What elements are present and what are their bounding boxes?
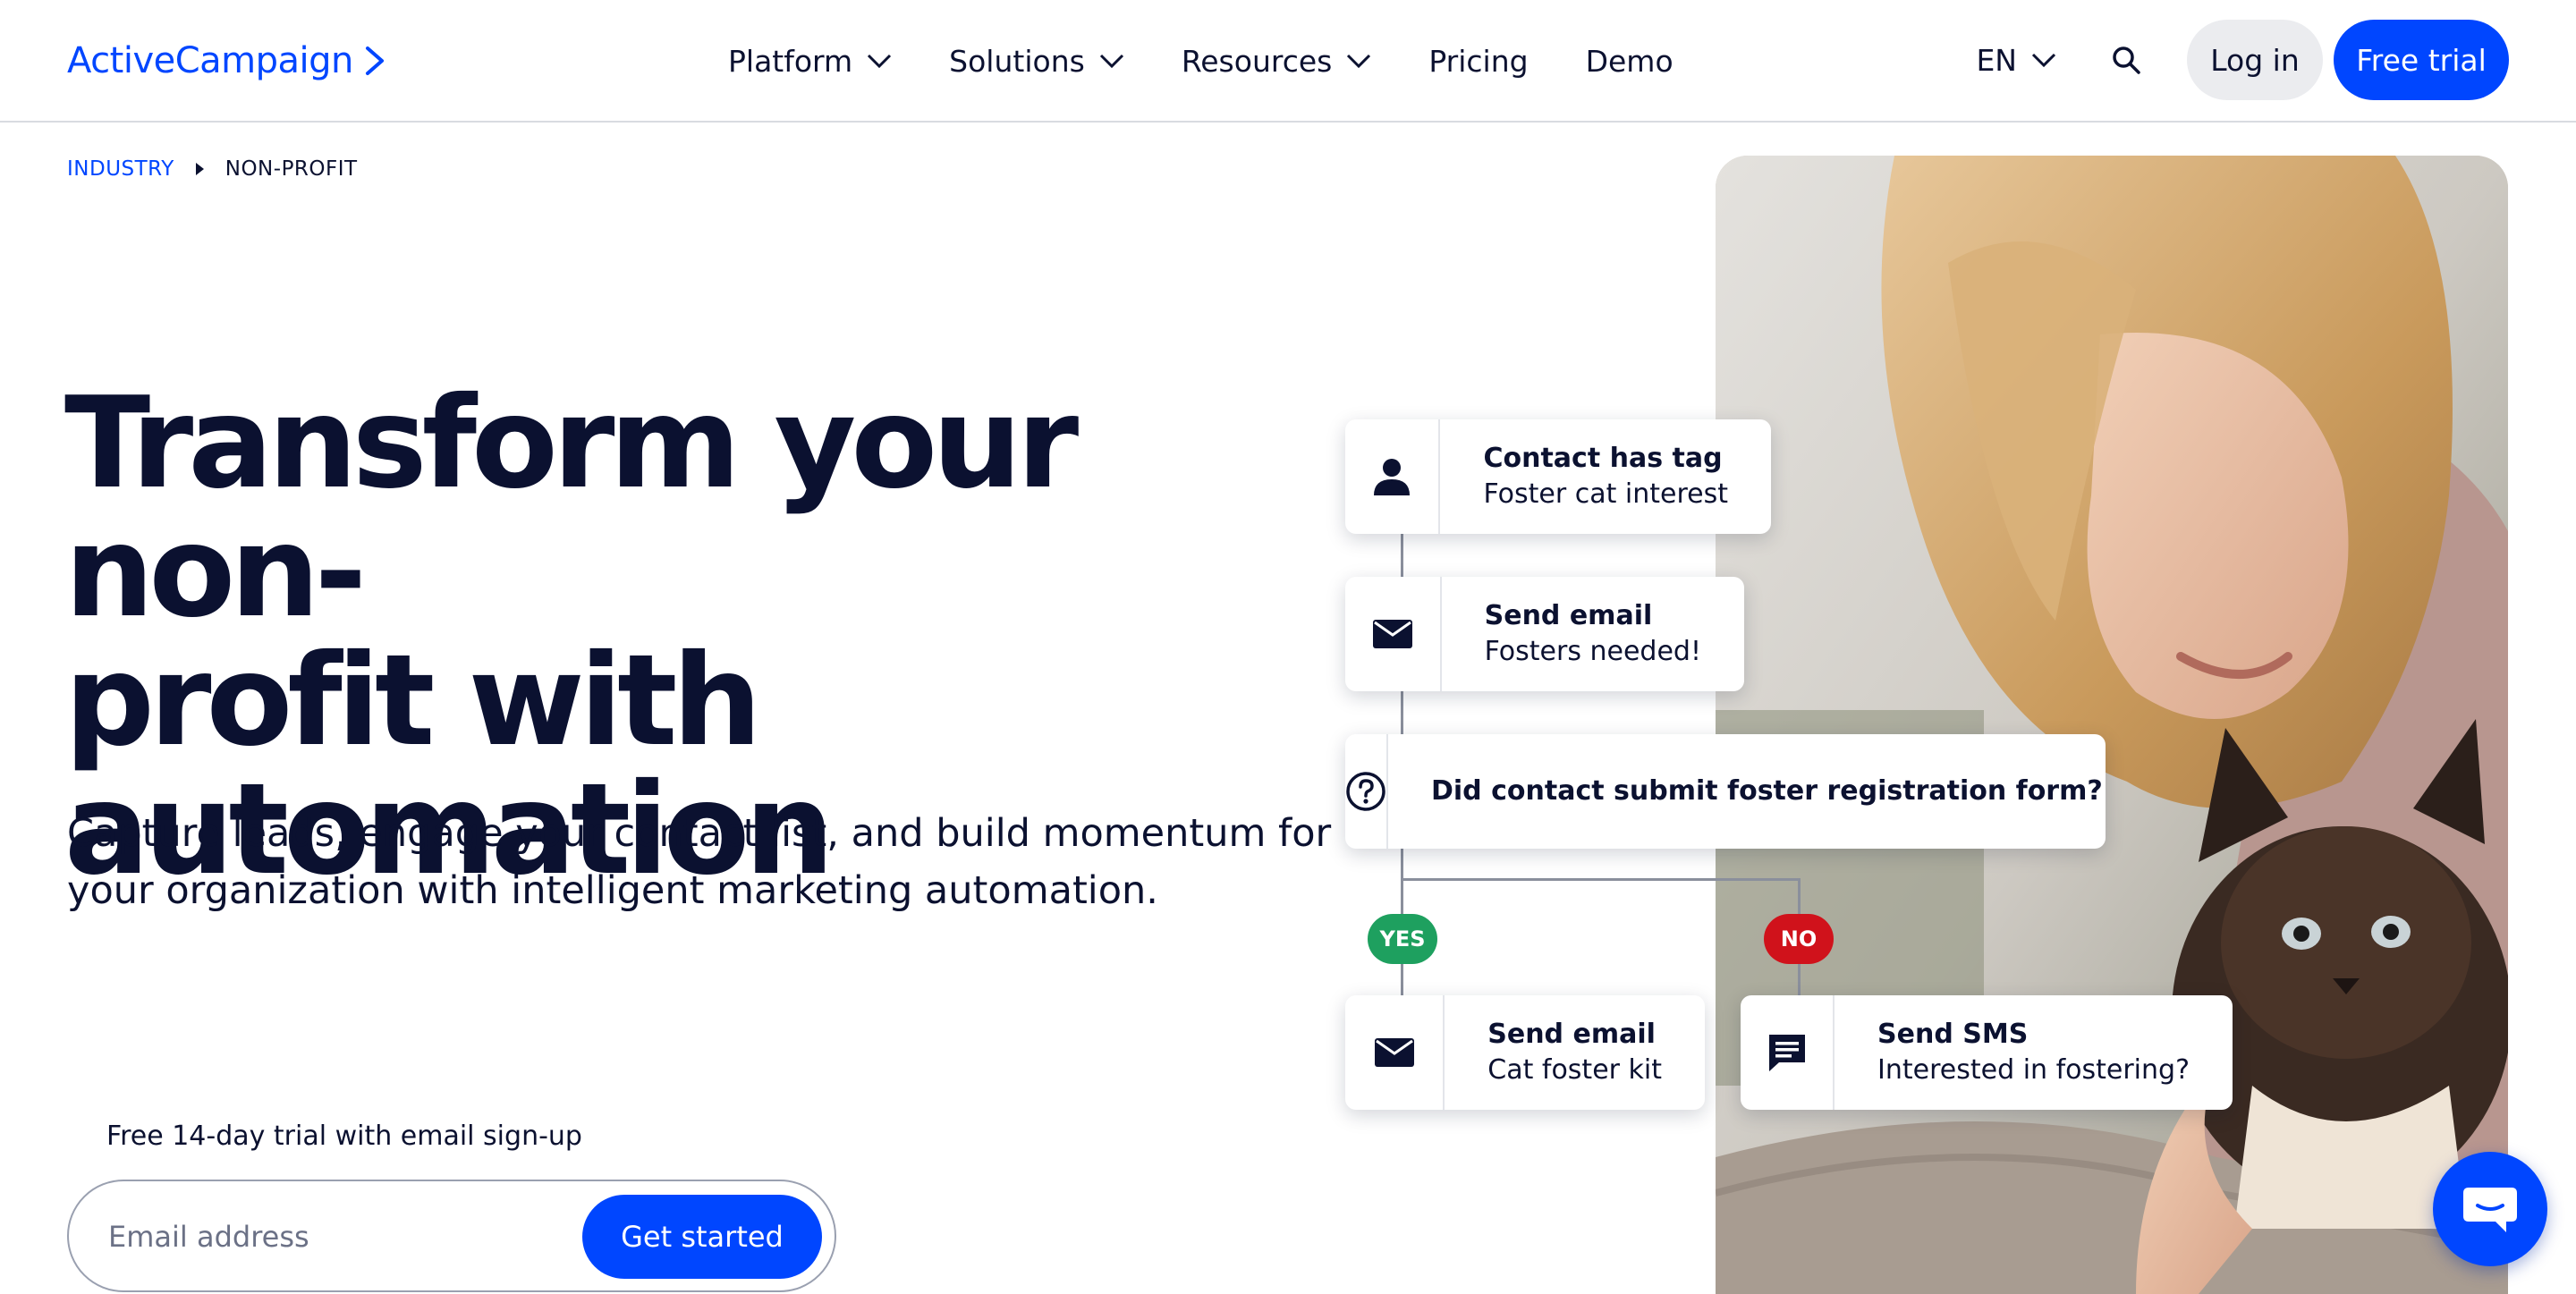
workflow-step-contact-tag: Contact has tag Foster cat interest [1345, 419, 1771, 534]
step-detail: Cat foster kit [1487, 1054, 1662, 1086]
step-title: Send SMS [1877, 1019, 2029, 1050]
no-branch-badge: NO [1764, 914, 1834, 964]
envelope-icon [1345, 995, 1445, 1110]
chevron-down-icon [868, 54, 892, 69]
breadcrumb-industry-link[interactable]: INDUSTRY [67, 157, 174, 181]
connector-line [1401, 878, 1800, 881]
breadcrumb-current: NON-PROFIT [225, 157, 358, 181]
step-detail: Foster cat interest [1483, 478, 1728, 510]
free-trial-button[interactable]: Free trial [2334, 20, 2509, 100]
step-title: Send email [1484, 600, 1653, 631]
step-text: Send email Cat foster kit [1445, 1017, 1705, 1088]
caret-right-icon [195, 163, 204, 175]
language-selector[interactable]: EN [1976, 43, 2056, 78]
chevron-down-icon [2031, 53, 2056, 68]
email-input[interactable] [108, 1208, 573, 1265]
trial-note: Free 14-day trial with email sign-up [106, 1121, 582, 1152]
site-header: ActiveCampaign Platform Solutions Resour… [0, 0, 2576, 123]
logo-text: ActiveCampaign [67, 40, 353, 81]
step-title: Contact has tag [1483, 443, 1723, 474]
nav-pricing-label: Pricing [1428, 43, 1529, 79]
nav-demo-label: Demo [1585, 43, 1674, 79]
breadcrumb: INDUSTRY NON-PROFIT [67, 157, 358, 181]
step-text: Send email Fosters needed! [1442, 598, 1744, 670]
language-label: EN [1976, 42, 2017, 78]
step-detail: Interested in fostering? [1877, 1054, 2190, 1086]
login-button[interactable]: Log in [2187, 20, 2323, 100]
chat-bubble-icon [2463, 1188, 2517, 1232]
hero-photo-woman-with-cat [1716, 156, 2508, 1294]
title-line: Transform your non- [64, 370, 1079, 646]
question-icon [1345, 734, 1388, 849]
photo-illustration [1716, 156, 2508, 1294]
logo-chevron-icon [365, 47, 384, 75]
header-actions: EN Log in Free trial [1976, 20, 2509, 100]
nav-demo[interactable]: Demo [1586, 44, 1674, 79]
get-started-button[interactable]: Get started [582, 1195, 822, 1279]
workflow-step-send-email: Send email Fosters needed! [1345, 577, 1744, 691]
envelope-icon [1345, 577, 1442, 691]
step-title: Send email [1487, 1019, 1656, 1050]
step-detail: Fosters needed! [1484, 636, 1701, 667]
chat-widget-button[interactable] [2433, 1152, 2547, 1266]
person-icon [1345, 419, 1441, 534]
connector-line [1401, 689, 1403, 734]
nav-solutions[interactable]: Solutions [949, 44, 1124, 79]
sms-icon [1741, 995, 1835, 1110]
nav-resources[interactable]: Resources [1182, 44, 1372, 79]
nav-pricing[interactable]: Pricing [1428, 44, 1528, 79]
step-text: Send SMS Interested in fostering? [1835, 1017, 2233, 1088]
nav-platform-label: Platform [728, 43, 853, 79]
activecampaign-logo[interactable]: ActiveCampaign [67, 36, 387, 86]
chevron-down-icon [1347, 54, 1371, 69]
hero-subtitle: Capture leads, engage your contact list,… [67, 811, 1332, 913]
workflow-step-send-sms-no: Send SMS Interested in fostering? [1741, 995, 2233, 1110]
yes-branch-badge: YES [1368, 914, 1437, 964]
connector-line [1401, 532, 1403, 577]
workflow-step-send-email-yes: Send email Cat foster kit [1345, 995, 1705, 1110]
title-line: profit with [64, 628, 762, 774]
search-icon[interactable] [2110, 44, 2142, 76]
step-text: Did contact submit foster registration f… [1388, 774, 2146, 809]
workflow-step-condition: Did contact submit foster registration f… [1345, 734, 2106, 849]
main-nav: Platform Solutions Resources Pricing Dem… [728, 36, 1731, 86]
nav-resources-label: Resources [1181, 43, 1333, 79]
step-text: Contact has tag Foster cat interest [1440, 441, 1771, 512]
chevron-down-icon [1099, 54, 1123, 69]
nav-solutions-label: Solutions [949, 43, 1085, 79]
step-title: Did contact submit foster registration f… [1431, 775, 2103, 807]
email-signup-form: Get started [67, 1180, 836, 1292]
nav-platform[interactable]: Platform [728, 44, 892, 79]
